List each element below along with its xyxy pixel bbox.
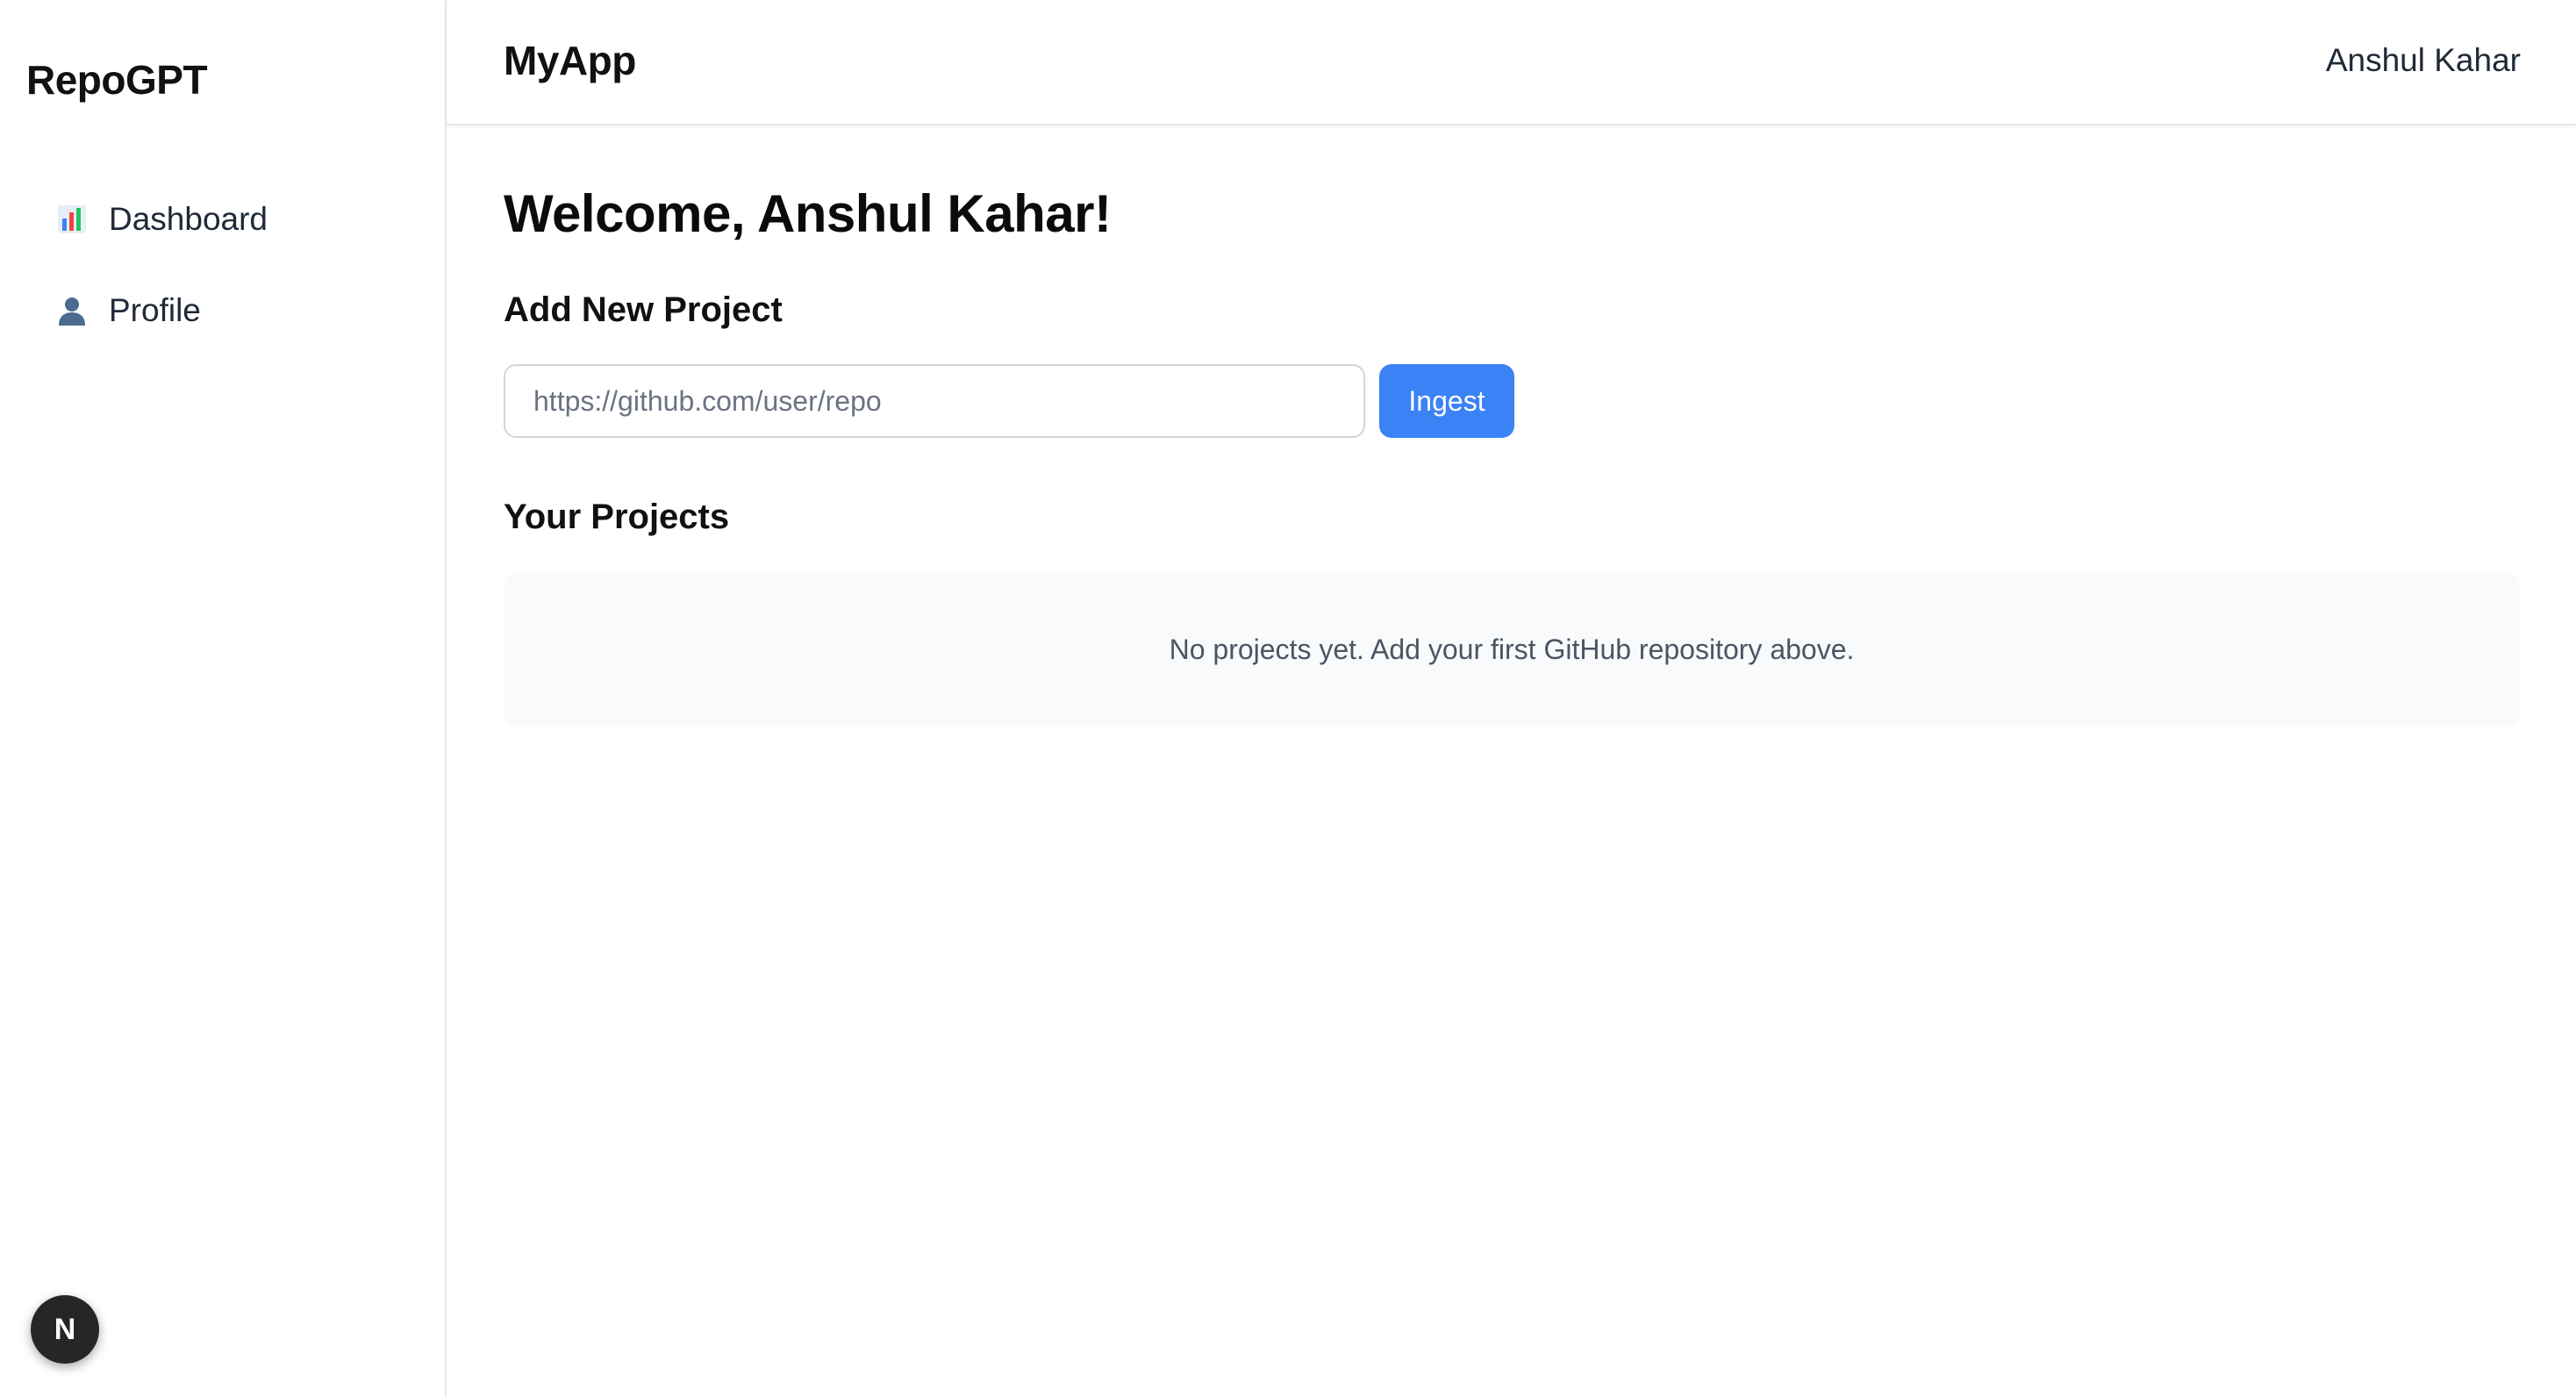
sidebar-item-label: Profile bbox=[109, 292, 201, 328]
nextjs-dev-badge[interactable]: N bbox=[31, 1295, 99, 1364]
projects-heading: Your Projects bbox=[504, 498, 730, 536]
projects-empty-state: No projects yet. Add your first GitHub r… bbox=[504, 573, 2520, 727]
repo-url-input[interactable] bbox=[504, 364, 1365, 438]
empty-state-message: No projects yet. Add your first GitHub r… bbox=[1169, 634, 1855, 665]
page-title: Welcome, Anshul Kahar! bbox=[504, 184, 1112, 243]
app-title: MyApp bbox=[504, 38, 636, 83]
sidebar-nav: Dashboard Profile bbox=[26, 184, 421, 367]
app-root: RepoGPT Dashboard Profile N MyApp Anshul… bbox=[0, 0, 2576, 1397]
user-icon bbox=[54, 293, 89, 328]
sidebar-item-dashboard[interactable]: Dashboard bbox=[26, 184, 421, 254]
sidebar-item-label: Dashboard bbox=[109, 201, 268, 237]
user-menu[interactable]: Anshul Kahar bbox=[2326, 42, 2521, 79]
top-header: MyApp Anshul Kahar bbox=[447, 0, 2576, 125]
main-area: MyApp Anshul Kahar Welcome, Anshul Kahar… bbox=[447, 0, 2576, 1397]
add-project-heading: Add New Project bbox=[504, 290, 783, 329]
ingest-button[interactable]: Ingest bbox=[1379, 364, 1514, 438]
sidebar-item-profile[interactable]: Profile bbox=[26, 276, 421, 346]
brand-logo-text[interactable]: RepoGPT bbox=[26, 56, 208, 104]
bar-chart-icon bbox=[54, 202, 89, 237]
sidebar: RepoGPT Dashboard Profile N bbox=[0, 0, 447, 1397]
